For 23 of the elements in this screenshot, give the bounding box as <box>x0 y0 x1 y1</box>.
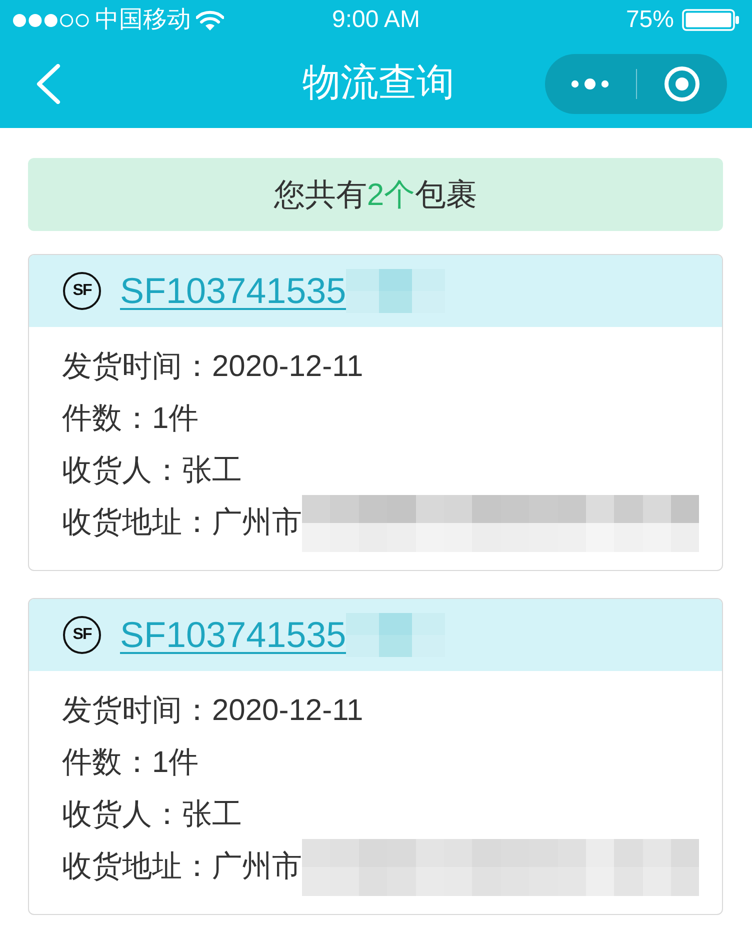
page-title: 物流查询 <box>302 61 454 106</box>
tracking-number-link[interactable]: SF103741535 <box>120 269 346 313</box>
back-icon <box>35 64 61 104</box>
carrier-logo: SF <box>63 272 101 310</box>
target-icon <box>664 66 700 102</box>
carrier-name: 中国移动 <box>95 8 191 32</box>
battery-percent: 75% <box>626 8 674 32</box>
detail-text: 发货时间：2020-12-11 <box>62 693 364 729</box>
wifi-icon <box>196 10 224 30</box>
more-icon <box>571 78 610 90</box>
detail-text: 收货地址：广州市 <box>62 505 302 541</box>
carrier-logo: SF <box>63 616 101 654</box>
signal-icon <box>12 12 90 28</box>
detail-text: 收货人：张工 <box>62 453 242 489</box>
detail-text: 收货人：张工 <box>62 797 242 833</box>
clock-time: 9:00 AM <box>332 8 420 32</box>
tracking-number-link[interactable]: SF103741535 <box>120 613 346 657</box>
detail-text: 件数：1件 <box>62 745 199 781</box>
detail-text: 收货地址：广州市 <box>62 849 302 885</box>
package-count-text: 您共有2个包裹 <box>274 176 478 214</box>
detail-text: 件数：1件 <box>62 401 199 437</box>
detail-text: 发货时间：2020-12-11 <box>62 349 364 385</box>
battery-icon <box>682 9 740 31</box>
